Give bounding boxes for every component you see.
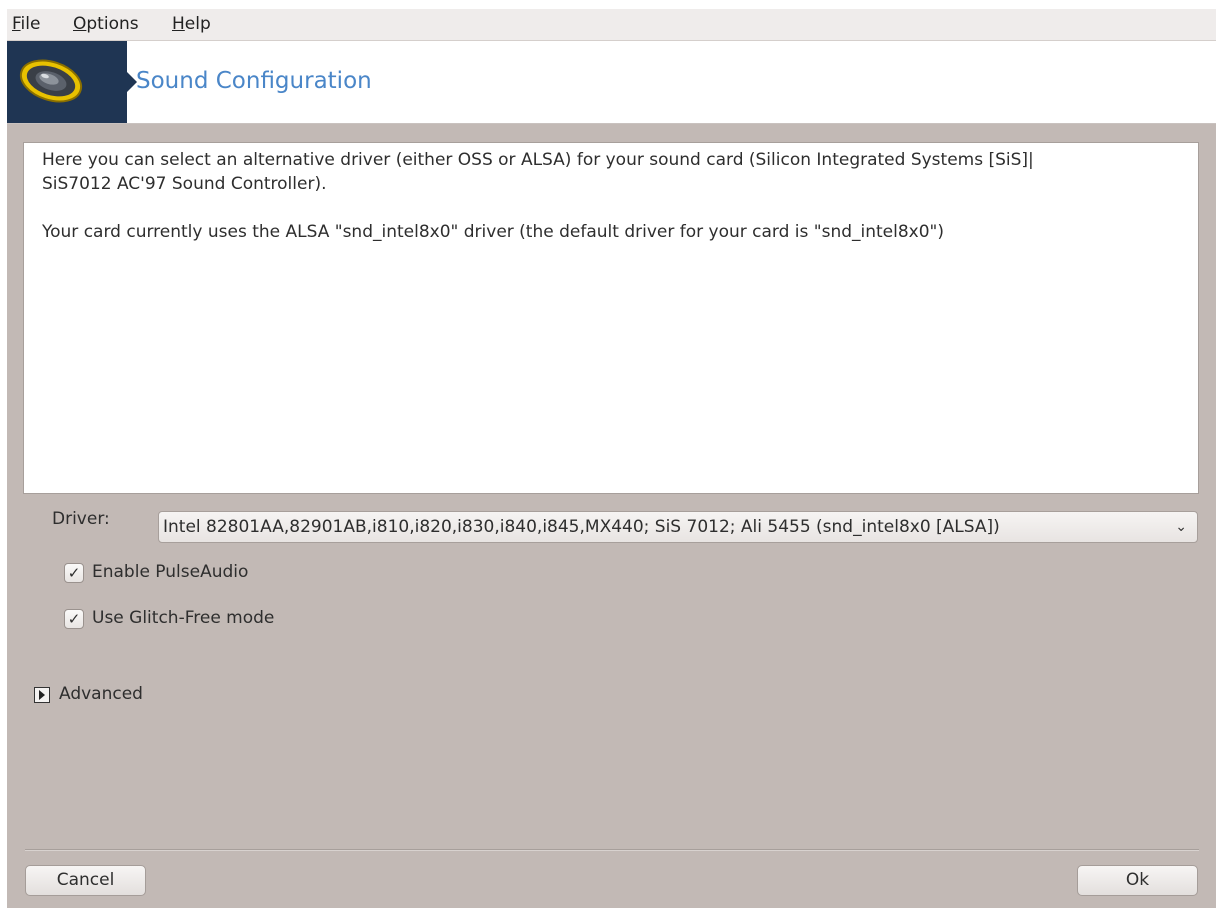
checkbox-checked-icon[interactable]: ✓	[64, 563, 84, 583]
page-title: Sound Configuration	[136, 68, 372, 94]
menu-help[interactable]: Help	[172, 14, 211, 34]
header-banner: Sound Configuration	[7, 41, 1216, 124]
current-driver-text: Your card currently uses the ALSA "snd_i…	[42, 222, 945, 242]
description-line-1: Here you can select an alternative drive…	[42, 150, 1034, 170]
cancel-button[interactable]: Cancel	[25, 865, 146, 896]
speaker-icon	[19, 59, 83, 103]
menu-file[interactable]: File	[12, 14, 40, 34]
menu-options-mnemonic: O	[73, 14, 87, 34]
description-box: Here you can select an alternative drive…	[23, 142, 1199, 494]
menu-help-mnemonic: H	[172, 14, 185, 34]
menu-bar: File Options Help	[7, 9, 1216, 41]
driver-select[interactable]: Intel 82801AA,82901AB,i810,i820,i830,i84…	[158, 511, 1198, 543]
enable-pulseaudio-label: Enable PulseAudio	[92, 562, 249, 582]
ok-button[interactable]: Ok	[1077, 865, 1198, 896]
menu-options-rest: ptions	[86, 14, 139, 34]
glitch-free-label: Use Glitch-Free mode	[92, 608, 275, 628]
chevron-down-icon: ⌄	[1175, 519, 1187, 535]
expander-arrow-icon[interactable]	[34, 687, 50, 703]
description-line-2: SiS7012 AC'97 Sound Controller).	[42, 174, 327, 194]
banner-icon-panel	[7, 41, 127, 123]
advanced-label: Advanced	[59, 684, 143, 704]
sound-configuration-window: File Options Help Sound Configuration He…	[7, 9, 1216, 908]
driver-label: Driver:	[52, 509, 110, 529]
menu-file-mnemonic: F	[12, 14, 21, 34]
driver-select-value: Intel 82801AA,82901AB,i810,i820,i830,i84…	[163, 517, 1000, 537]
menu-options[interactable]: Options	[73, 14, 139, 34]
menu-help-rest: elp	[184, 14, 211, 34]
menu-file-rest: ile	[20, 14, 41, 34]
checkbox-checked-icon[interactable]: ✓	[64, 609, 84, 629]
separator	[25, 849, 1199, 851]
